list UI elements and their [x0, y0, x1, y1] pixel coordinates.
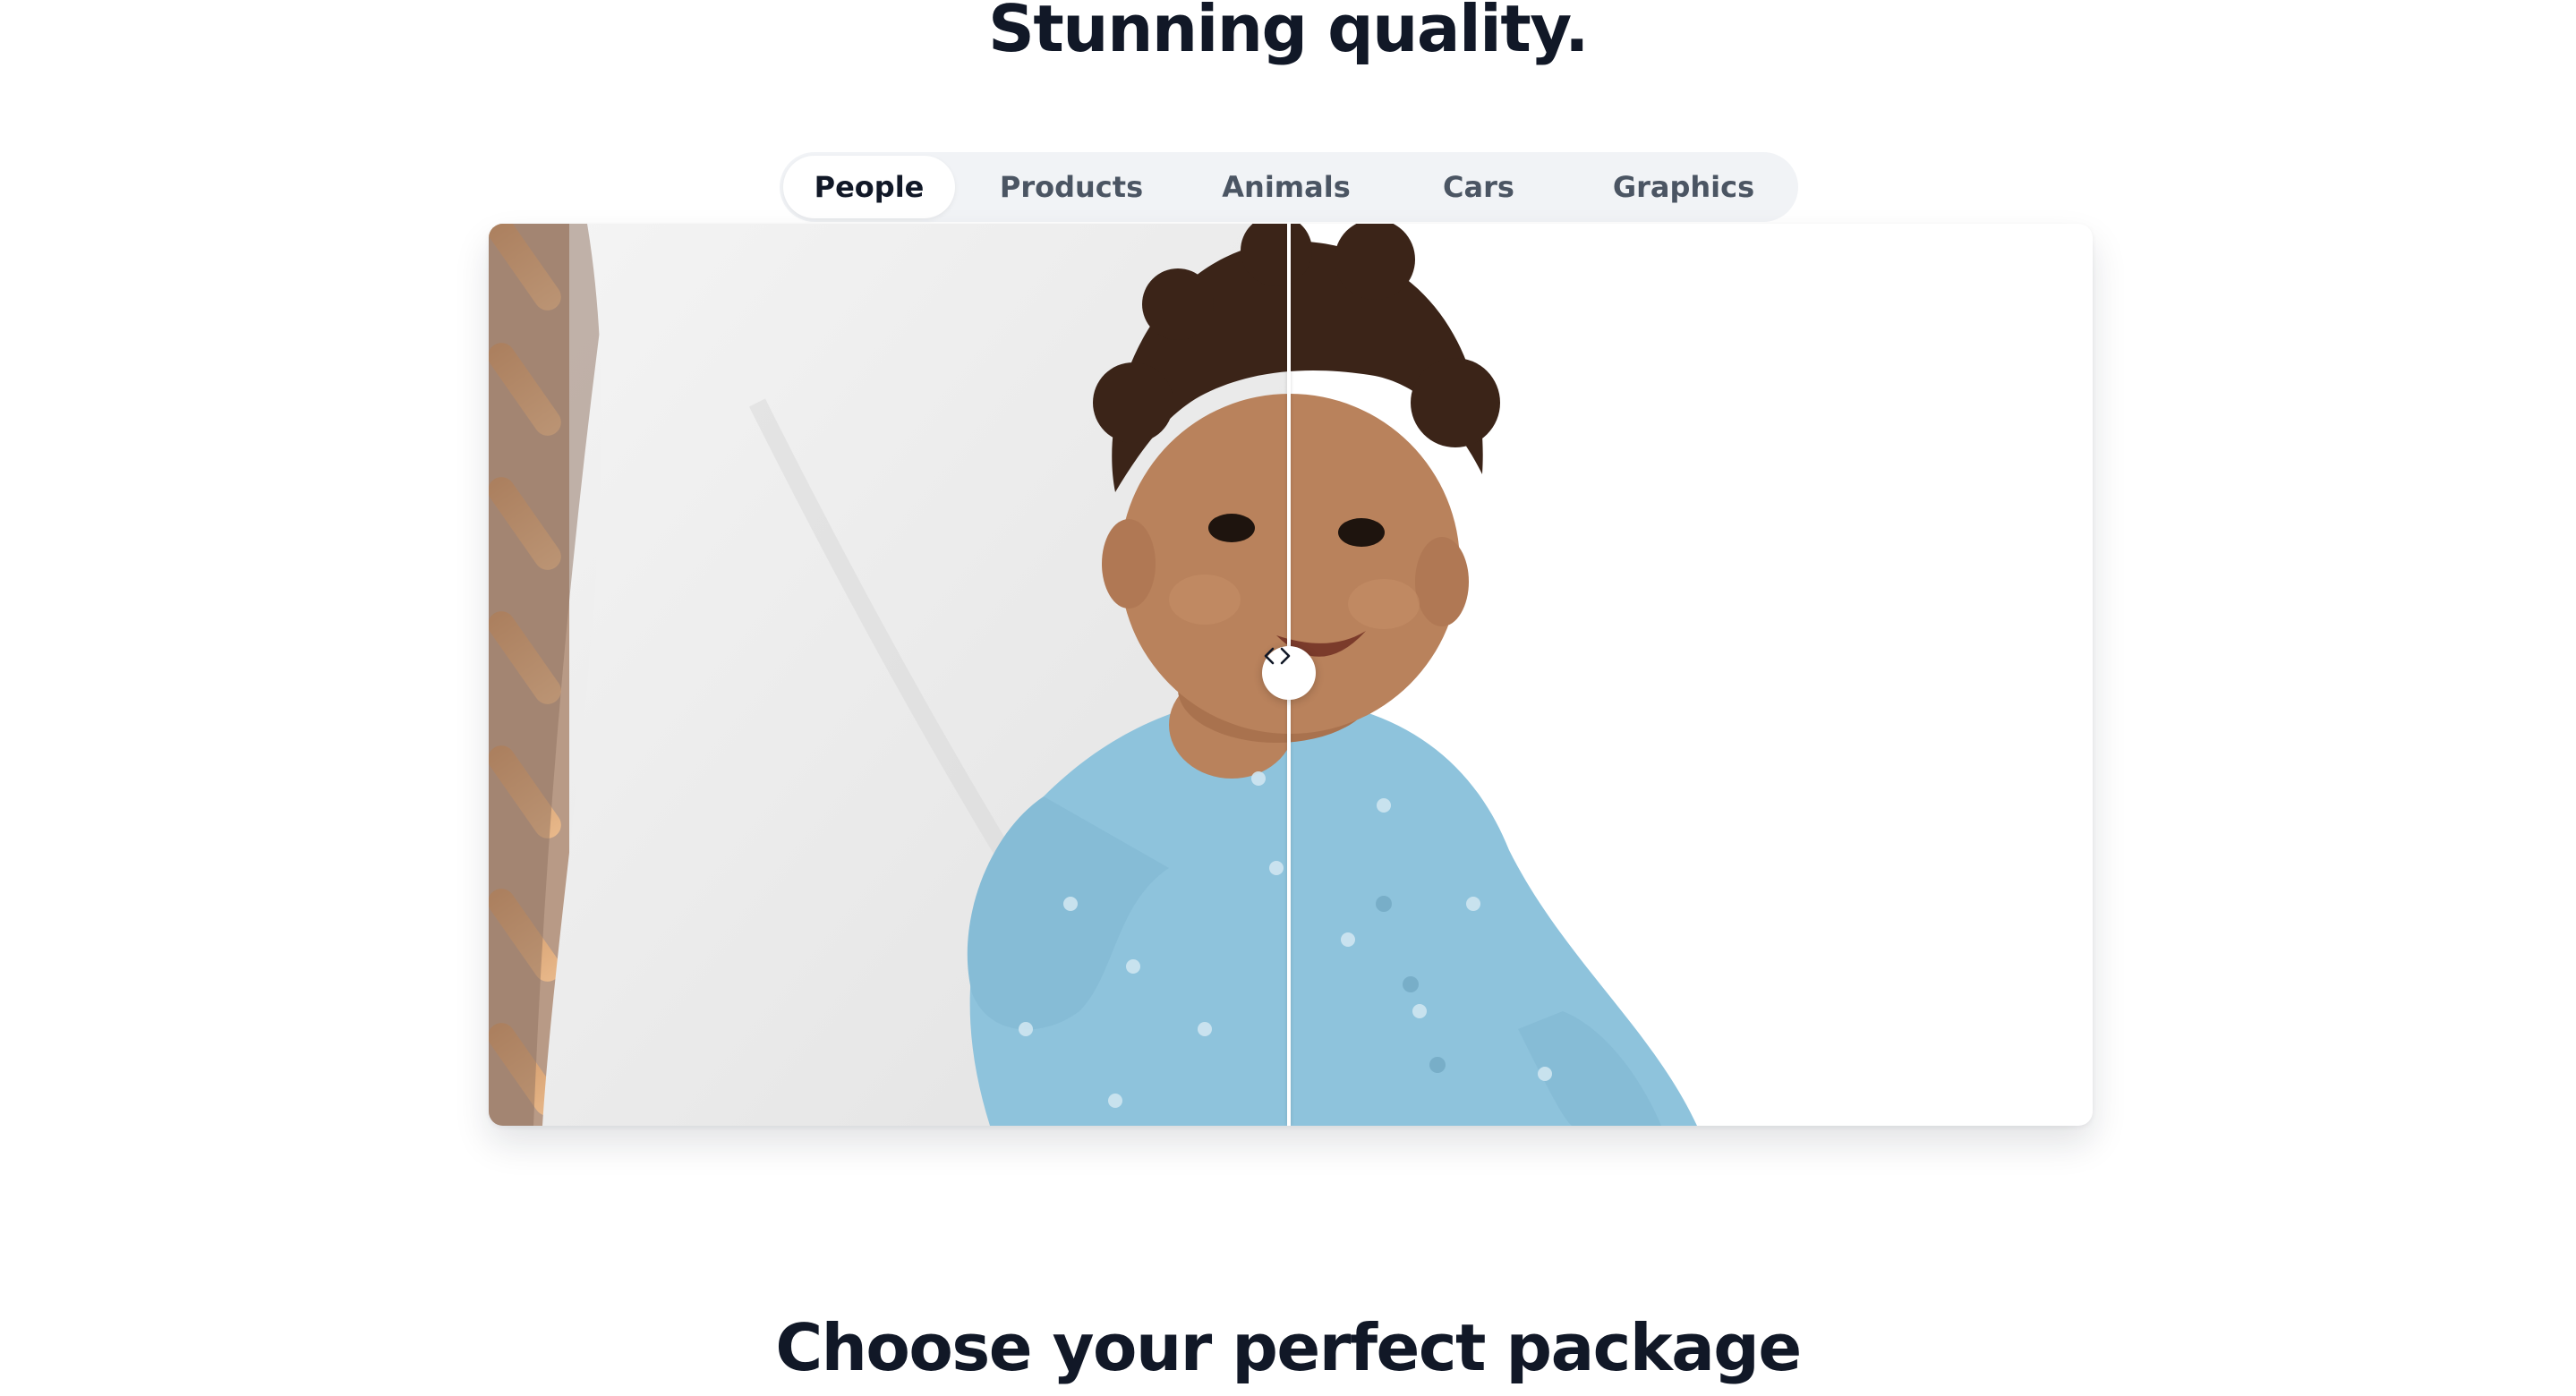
packages-heading: Choose your perfect package: [775, 1310, 1802, 1385]
tab-products[interactable]: Products: [955, 156, 1188, 218]
tab-cars[interactable]: Cars: [1385, 156, 1573, 218]
tab-graphics[interactable]: Graphics: [1573, 156, 1795, 218]
category-tab-bar: People Products Animals Cars Graphics: [780, 152, 1798, 222]
before-after-comparison[interactable]: [489, 224, 2093, 1126]
tab-people[interactable]: People: [783, 156, 955, 218]
section-title: Stunning quality.: [988, 0, 1589, 66]
comparison-slider-handle[interactable]: [1262, 646, 1316, 700]
tab-animals[interactable]: Animals: [1188, 156, 1385, 218]
